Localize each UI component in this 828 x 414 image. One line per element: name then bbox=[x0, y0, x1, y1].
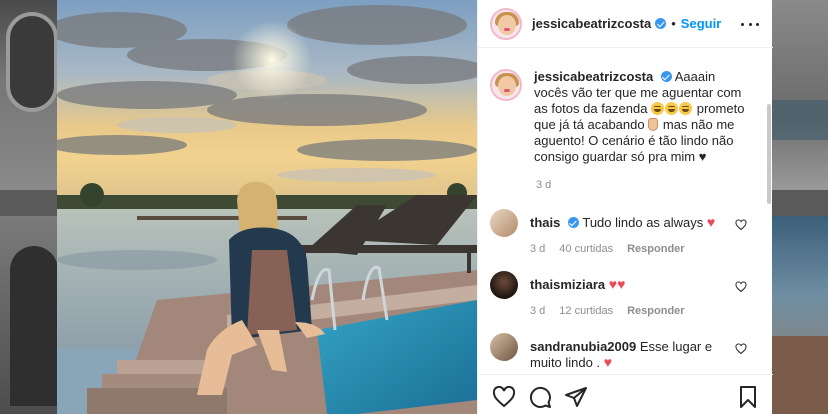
comment-item: thaismiziara ♥♥ 3 d 12 curtidas Responde… bbox=[490, 271, 765, 317]
verified-badge-icon bbox=[567, 217, 579, 228]
background-thumbnail bbox=[0, 216, 57, 414]
reply-button[interactable]: Responder bbox=[627, 243, 684, 255]
comment-body: Tudo lindo as always bbox=[582, 215, 704, 230]
heart-outline-icon[interactable] bbox=[735, 281, 747, 293]
background-thumbnail bbox=[0, 0, 57, 190]
verified-badge-icon bbox=[660, 71, 672, 82]
grin-emoji-icon bbox=[651, 102, 665, 115]
comment-meta: 3 d 40 curtidas Responder bbox=[530, 243, 765, 255]
separator-dot: • bbox=[671, 16, 676, 31]
commenter-username[interactable]: sandranubia2009 bbox=[530, 339, 636, 354]
comment-meta: 3 d 12 curtidas Responder bbox=[530, 305, 765, 317]
commenter-avatar[interactable] bbox=[490, 271, 518, 299]
background-thumbnail bbox=[772, 216, 828, 414]
heart-emoji-icon: ♥ bbox=[706, 214, 716, 230]
post-actions-bar bbox=[478, 374, 773, 414]
reply-button[interactable]: Responder bbox=[627, 305, 684, 317]
caption-time[interactable]: 3 d bbox=[536, 179, 551, 191]
follow-button[interactable]: Seguir bbox=[681, 16, 721, 31]
grin-emoji-icon bbox=[665, 102, 679, 115]
author-avatar[interactable] bbox=[490, 69, 522, 101]
heart-outline-icon[interactable] bbox=[492, 385, 516, 409]
background-thumbnail bbox=[772, 0, 828, 190]
comment-likes[interactable]: 12 curtidas bbox=[559, 305, 613, 317]
commenter-username[interactable]: thais bbox=[530, 215, 560, 230]
comment-time[interactable]: 3 d bbox=[530, 305, 545, 317]
commenter-username[interactable]: thaismiziara bbox=[530, 277, 605, 292]
comment-text: thais Tudo lindo as always ♥ bbox=[530, 215, 726, 231]
comment-time[interactable]: 3 d bbox=[530, 243, 545, 255]
comment-item: sandranubia2009 Esse lugar e muito lindo… bbox=[490, 333, 765, 371]
author-avatar[interactable] bbox=[490, 7, 522, 40]
commenter-avatar[interactable] bbox=[490, 209, 518, 237]
comment-text: thaismiziara ♥♥ bbox=[530, 277, 726, 293]
heart-emoji-icon: ♥ bbox=[698, 149, 707, 164]
post-header: jessicabeatrizcosta • Seguir bbox=[478, 0, 773, 48]
post-side-panel: jessicabeatrizcosta • Seguir jessicabeat… bbox=[477, 0, 773, 414]
heart-emoji-icon: ♥ bbox=[603, 354, 613, 370]
comment-item: thais Tudo lindo as always ♥ 3 d 40 curt… bbox=[490, 209, 765, 255]
post-photo[interactable] bbox=[57, 0, 477, 414]
comment-icon[interactable] bbox=[528, 385, 552, 409]
verified-badge-icon bbox=[655, 18, 667, 29]
commenter-avatar[interactable] bbox=[490, 333, 518, 361]
post-image bbox=[57, 0, 477, 414]
grin-emoji-icon bbox=[679, 102, 693, 115]
heart-emoji-icon: ♥ bbox=[608, 276, 618, 292]
post-modal: jessicabeatrizcosta • Seguir jessicabeat… bbox=[57, 0, 773, 414]
author-username[interactable]: jessicabeatrizcosta bbox=[532, 16, 651, 31]
hand-emoji-icon bbox=[648, 118, 659, 131]
comments-list[interactable]: jessicabeatrizcosta Aaaain vocês vão ter… bbox=[478, 49, 773, 374]
paper-plane-icon[interactable] bbox=[564, 385, 588, 409]
heart-outline-icon[interactable] bbox=[735, 219, 747, 231]
background-feed-right bbox=[772, 0, 828, 414]
comments-scrollbar[interactable] bbox=[767, 104, 771, 204]
bookmark-icon[interactable] bbox=[736, 385, 760, 409]
background-feed-left bbox=[0, 0, 57, 414]
comment-likes[interactable]: 40 curtidas bbox=[559, 243, 613, 255]
more-dots-icon[interactable] bbox=[741, 15, 759, 33]
post-caption: jessicabeatrizcosta Aaaain vocês vão ter… bbox=[490, 69, 760, 191]
comment-text: sandranubia2009 Esse lugar e muito lindo… bbox=[530, 339, 726, 371]
heart-emoji-icon: ♥ bbox=[617, 276, 626, 292]
caption-username[interactable]: jessicabeatrizcosta bbox=[534, 69, 653, 84]
caption-text: jessicabeatrizcosta Aaaain vocês vão ter… bbox=[534, 69, 752, 165]
heart-outline-icon[interactable] bbox=[735, 343, 747, 355]
